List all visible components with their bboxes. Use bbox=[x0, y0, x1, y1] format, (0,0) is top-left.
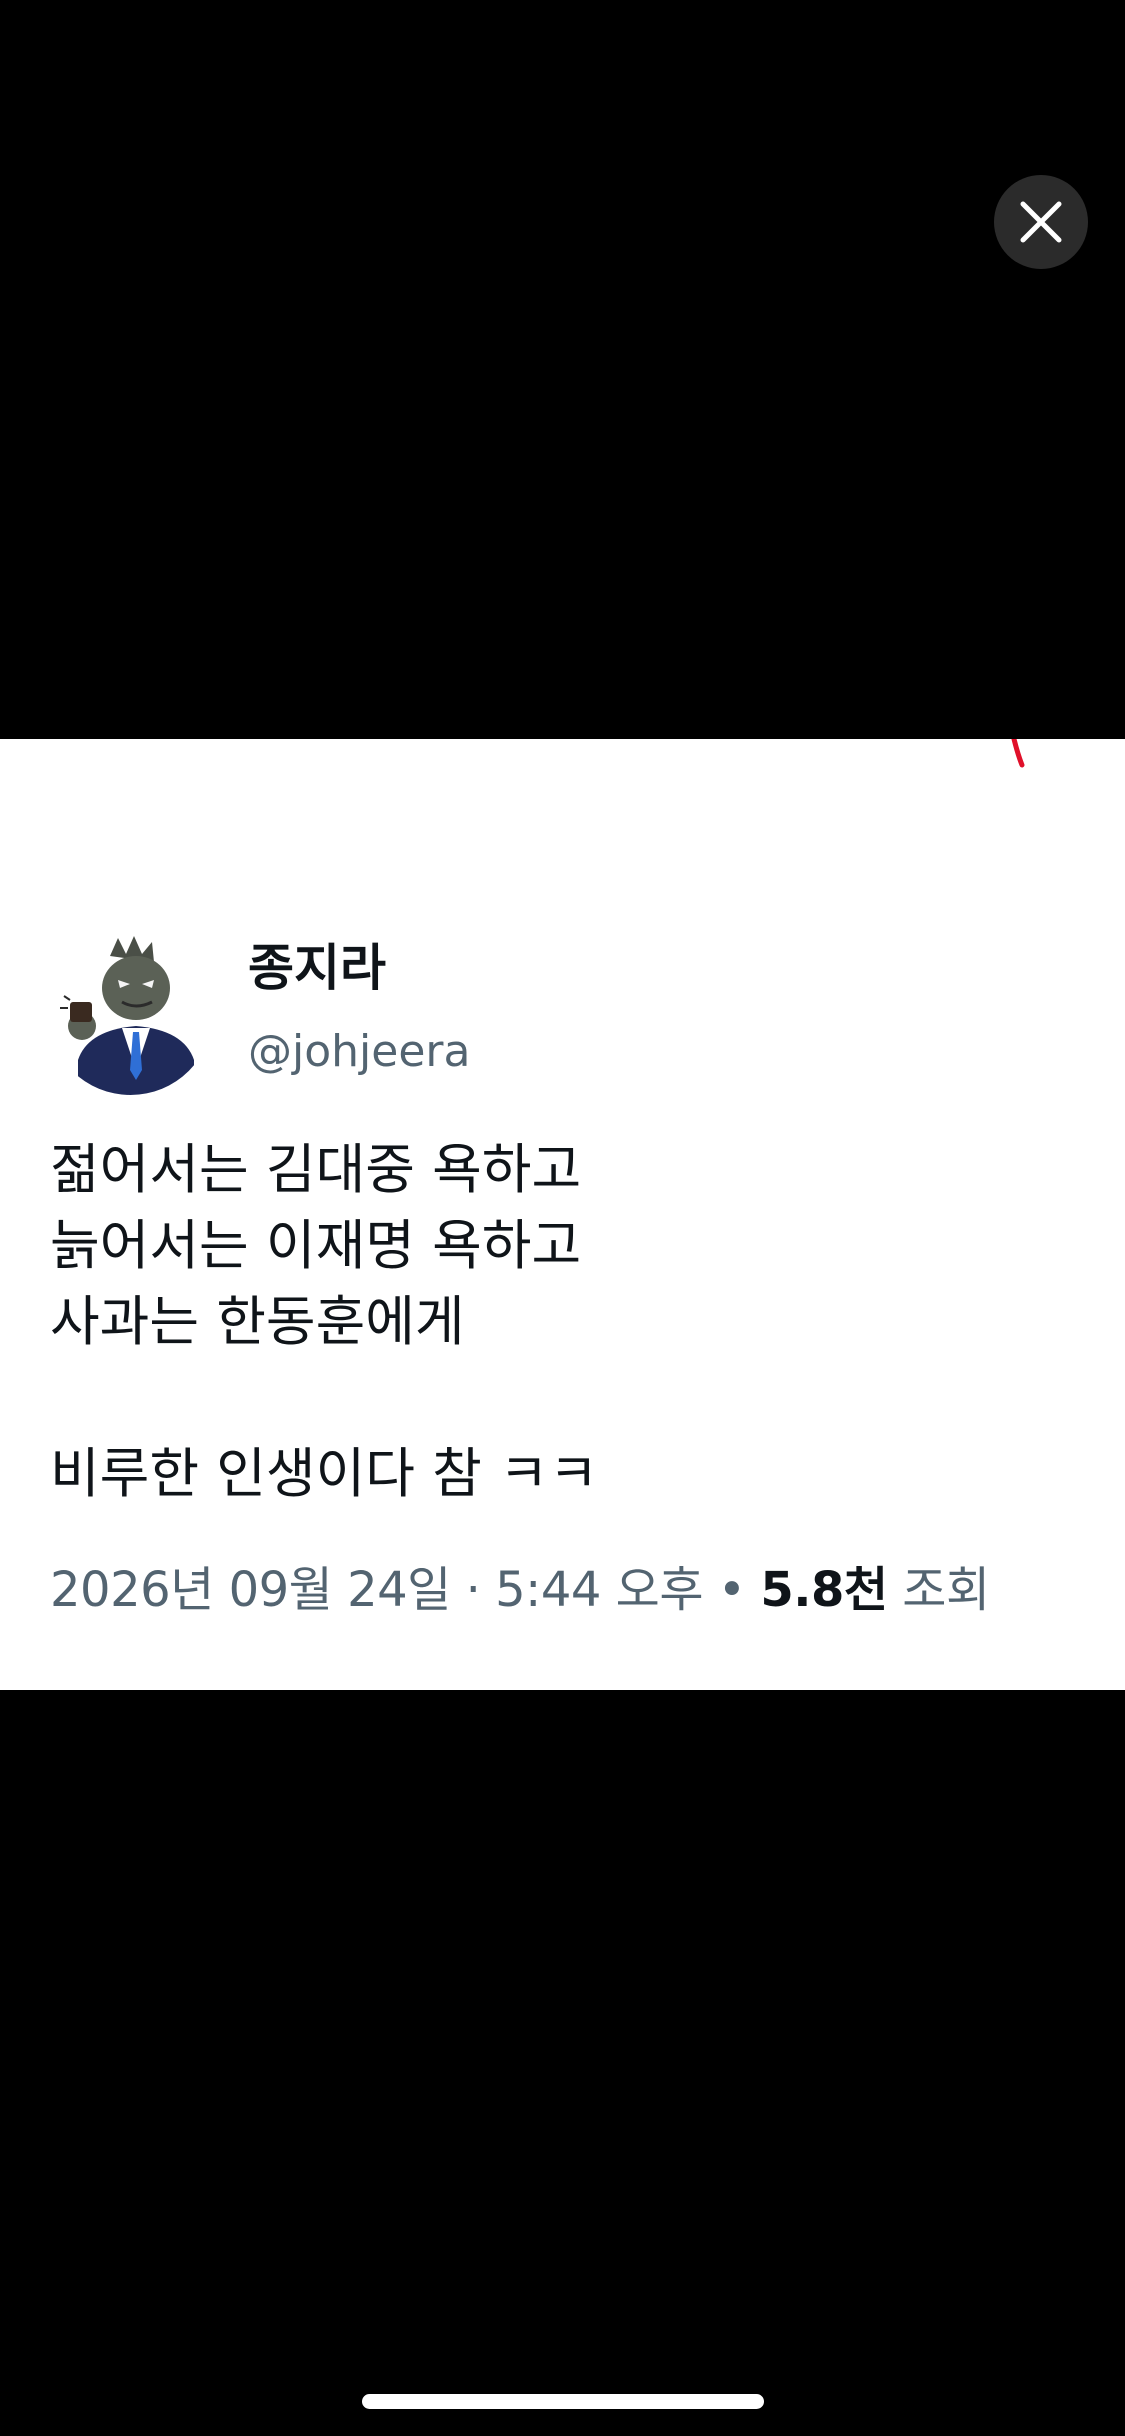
home-indicator[interactable] bbox=[362, 2394, 764, 2409]
tweet-time[interactable]: 5:44 오후 bbox=[495, 1562, 703, 1618]
tweet-date[interactable]: 2026년 09월 24일 bbox=[50, 1562, 451, 1618]
red-pen-mark bbox=[1011, 739, 1025, 768]
meta-bullet: • bbox=[717, 1562, 746, 1618]
image-viewer: 종지라 @johjeera 젊어서는 김대중 욕하고 늙어서는 이재명 욕하고 … bbox=[0, 0, 1125, 2436]
author-handle[interactable]: @johjeera bbox=[248, 1026, 470, 1079]
tweet-line: 비루한 인생이다 참 ㅋㅋ bbox=[50, 1442, 599, 1505]
tweet-line: 젊어서는 김대중 욕하고 bbox=[50, 1138, 582, 1201]
godzilla-avatar-icon bbox=[48, 930, 213, 1095]
tweet-meta: 2026년 09월 24일 · 5:44 오후 • 5.8천 조회 bbox=[50, 1562, 990, 1620]
close-button[interactable] bbox=[994, 175, 1088, 269]
tweet-line: 사과는 한동훈에게 bbox=[50, 1290, 465, 1353]
views-label: 조회 bbox=[902, 1562, 990, 1618]
views-count: 5.8천 bbox=[760, 1562, 888, 1618]
meta-separator: · bbox=[465, 1562, 481, 1618]
author-display-name[interactable]: 종지라 bbox=[248, 938, 386, 998]
author-avatar[interactable] bbox=[48, 930, 213, 1095]
close-icon bbox=[1020, 201, 1062, 243]
tweet-line: 늙어서는 이재명 욕하고 bbox=[50, 1214, 582, 1277]
tweet-text: 젊어서는 김대중 욕하고 늙어서는 이재명 욕하고 사과는 한동훈에게 비루한 … bbox=[50, 1132, 1080, 1512]
